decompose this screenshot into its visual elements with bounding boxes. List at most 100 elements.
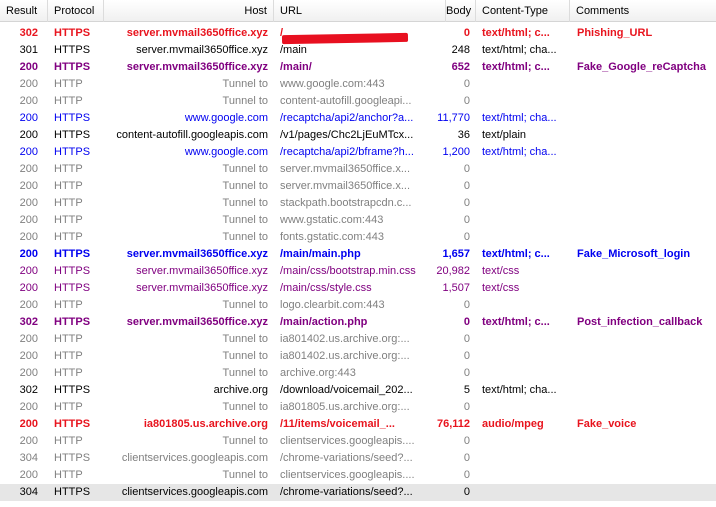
- comment-cell: [570, 110, 716, 127]
- comment-cell: Fake_Microsoft_login: [577, 248, 691, 260]
- column-host[interactable]: Host: [104, 0, 274, 22]
- session-row[interactable]: 200 HTTP Tunnel to ia801402.us.archive.org:…: [0, 331, 716, 348]
- content-type-cell: [476, 331, 570, 348]
- session-rows: 302 HTTPS server.mvmail3650ffice.xyz/0 text…: [0, 25, 716, 501]
- body-size-cell: 0: [463, 435, 470, 447]
- session-row[interactable]: 200 HTTPS ia801805.us.archive.org/11/items…: [0, 416, 716, 433]
- host-cell: Tunnel to: [222, 299, 268, 311]
- protocol-cell: HTTPS: [54, 384, 91, 396]
- session-row[interactable]: 304 HTTPS clientservices.googleapis.com/ch…: [0, 450, 716, 467]
- comment-cell: [570, 450, 716, 467]
- protocol-cell: HTTP: [54, 214, 83, 226]
- protocol-cell: HTTPS: [54, 61, 91, 73]
- host-cell: Tunnel to: [222, 180, 268, 192]
- body-size-cell: 0: [463, 299, 470, 311]
- protocol-cell: HTTP: [54, 401, 83, 413]
- body-size-cell: 652: [451, 61, 470, 73]
- host-cell: Tunnel to: [222, 469, 268, 481]
- comment-cell: Phishing_URL: [577, 27, 653, 39]
- session-row[interactable]: 200 HTTPS server.mvmail3650ffice.xyz/main/…: [0, 280, 716, 297]
- host-cell: www.google.com: [184, 146, 268, 158]
- session-row[interactable]: 200 HTTP Tunnel to content-autofill.googlea…: [0, 93, 716, 110]
- body-size-cell: 0: [463, 452, 470, 464]
- body-size-cell: 0: [463, 367, 470, 379]
- session-row[interactable]: 200 HTTP Tunnel to archive.org:443 0: [0, 365, 716, 382]
- result-cell: 200: [19, 435, 38, 447]
- session-row[interactable]: 200 HTTPS server.mvmail3650ffice.xyz/main/…: [0, 263, 716, 280]
- result-cell: 200: [19, 146, 38, 158]
- protocol-cell: HTTPS: [54, 112, 91, 124]
- protocol-cell: HTTP: [54, 78, 83, 90]
- session-row[interactable]: 200 HTTPS content-autofill.googleapis.com /…: [0, 127, 716, 144]
- protocol-cell: HTTP: [54, 231, 83, 243]
- session-row[interactable]: 302 HTTPS archive.org/download/voicemail_2…: [0, 382, 716, 399]
- session-row[interactable]: 200 HTTP Tunnel to clientservices.googleapi…: [0, 467, 716, 484]
- body-size-cell: 248: [451, 44, 470, 56]
- session-row[interactable]: 200 HTTP Tunnel to ia801805.us.archive.org:…: [0, 399, 716, 416]
- result-cell: 200: [19, 78, 38, 90]
- comment-cell: [570, 178, 716, 195]
- protocol-cell: HTTP: [54, 95, 83, 107]
- host-cell: Tunnel to: [222, 350, 268, 362]
- session-row[interactable]: 200 HTTP Tunnel to www.google.com:443 0: [0, 76, 716, 93]
- body-size-cell: 0: [463, 333, 470, 345]
- session-list[interactable]: Result Protocol Host URL Body Content-Ty…: [0, 0, 716, 507]
- comment-cell: Fake_voice: [577, 418, 637, 430]
- content-type-cell: [476, 76, 570, 93]
- session-row[interactable]: 200 HTTP Tunnel to fonts.gstatic.com:443 0: [0, 229, 716, 246]
- session-row[interactable]: 200 HTTPS www.google.com/recaptcha/api2/an…: [0, 110, 716, 127]
- body-size-cell: 0: [463, 486, 470, 498]
- result-cell: 301: [19, 44, 38, 56]
- protocol-cell: HTTP: [54, 197, 83, 209]
- result-cell: 200: [19, 163, 38, 175]
- comment-cell: [570, 76, 716, 93]
- protocol-cell: HTTPS: [54, 248, 91, 260]
- column-body[interactable]: Body: [446, 0, 476, 22]
- content-type-cell: text/html; cha...: [482, 112, 557, 124]
- session-row[interactable]: 301 HTTPS server.mvmail3650ffice.xyz/main 2…: [0, 42, 716, 59]
- body-size-cell: 0: [463, 231, 470, 243]
- result-cell: 304: [19, 486, 38, 498]
- column-url[interactable]: URL: [274, 0, 446, 22]
- column-result[interactable]: Result: [0, 0, 48, 22]
- body-size-cell: 0: [463, 316, 470, 328]
- result-cell: 200: [19, 197, 38, 209]
- comment-cell: [570, 93, 716, 110]
- session-row[interactable]: 200 HTTP Tunnel to stackpath.bootstrapcdn.c…: [0, 195, 716, 212]
- body-size-cell: 36: [457, 129, 470, 141]
- host-cell: server.mvmail3650ffice.xyz: [136, 44, 268, 56]
- column-content-type[interactable]: Content-Type: [476, 0, 570, 22]
- session-row[interactable]: 302 HTTPS server.mvmail3650ffice.xyz/main/…: [0, 314, 716, 331]
- content-type-cell: [476, 365, 570, 382]
- body-size-cell: 0: [463, 469, 470, 481]
- comment-cell: [570, 42, 716, 59]
- content-type-cell: [476, 212, 570, 229]
- session-row[interactable]: 200 HTTPS server.mvmail3650ffice.xyz/main/…: [0, 59, 716, 76]
- session-row[interactable]: 304 HTTPS clientservices.googleapis.com/ch…: [0, 484, 716, 501]
- comment-cell: Post_infection_callback: [577, 316, 703, 328]
- comment-cell: [570, 382, 716, 399]
- protocol-cell: HTTP: [54, 163, 83, 175]
- session-row[interactable]: 200 HTTPS server.mvmail3650ffice.xyz/main/…: [0, 246, 716, 263]
- session-row[interactable]: 200 HTTP Tunnel to logo.clearbit.com:443 0: [0, 297, 716, 314]
- session-row[interactable]: 200 HTTP Tunnel to www.gstatic.com:443 0: [0, 212, 716, 229]
- session-row[interactable]: 200 HTTPS www.google.com/recaptcha/api2/bf…: [0, 144, 716, 161]
- session-row[interactable]: 200 HTTP Tunnel to clientservices.googleapi…: [0, 433, 716, 450]
- session-row[interactable]: 200 HTTP Tunnel to server.mvmail3650ffice.x…: [0, 178, 716, 195]
- body-size-cell: 1,657: [442, 248, 470, 260]
- comment-cell: [570, 280, 716, 297]
- comment-cell: [570, 195, 716, 212]
- column-comments[interactable]: Comments: [570, 0, 716, 22]
- host-cell: Tunnel to: [222, 367, 268, 379]
- body-size-cell: 11,770: [437, 112, 470, 124]
- host-cell: Tunnel to: [222, 163, 268, 175]
- content-type-cell: [476, 484, 570, 501]
- column-header: Result Protocol Host URL Body Content-Ty…: [0, 0, 716, 22]
- content-type-cell: [476, 467, 570, 484]
- session-row[interactable]: 200 HTTP Tunnel to server.mvmail3650ffice.x…: [0, 161, 716, 178]
- column-protocol[interactable]: Protocol: [48, 0, 104, 22]
- session-row[interactable]: 200 HTTP Tunnel to ia801402.us.archive.org:…: [0, 348, 716, 365]
- protocol-cell: HTTP: [54, 299, 83, 311]
- host-cell: Tunnel to: [222, 401, 268, 413]
- protocol-cell: HTTP: [54, 367, 83, 379]
